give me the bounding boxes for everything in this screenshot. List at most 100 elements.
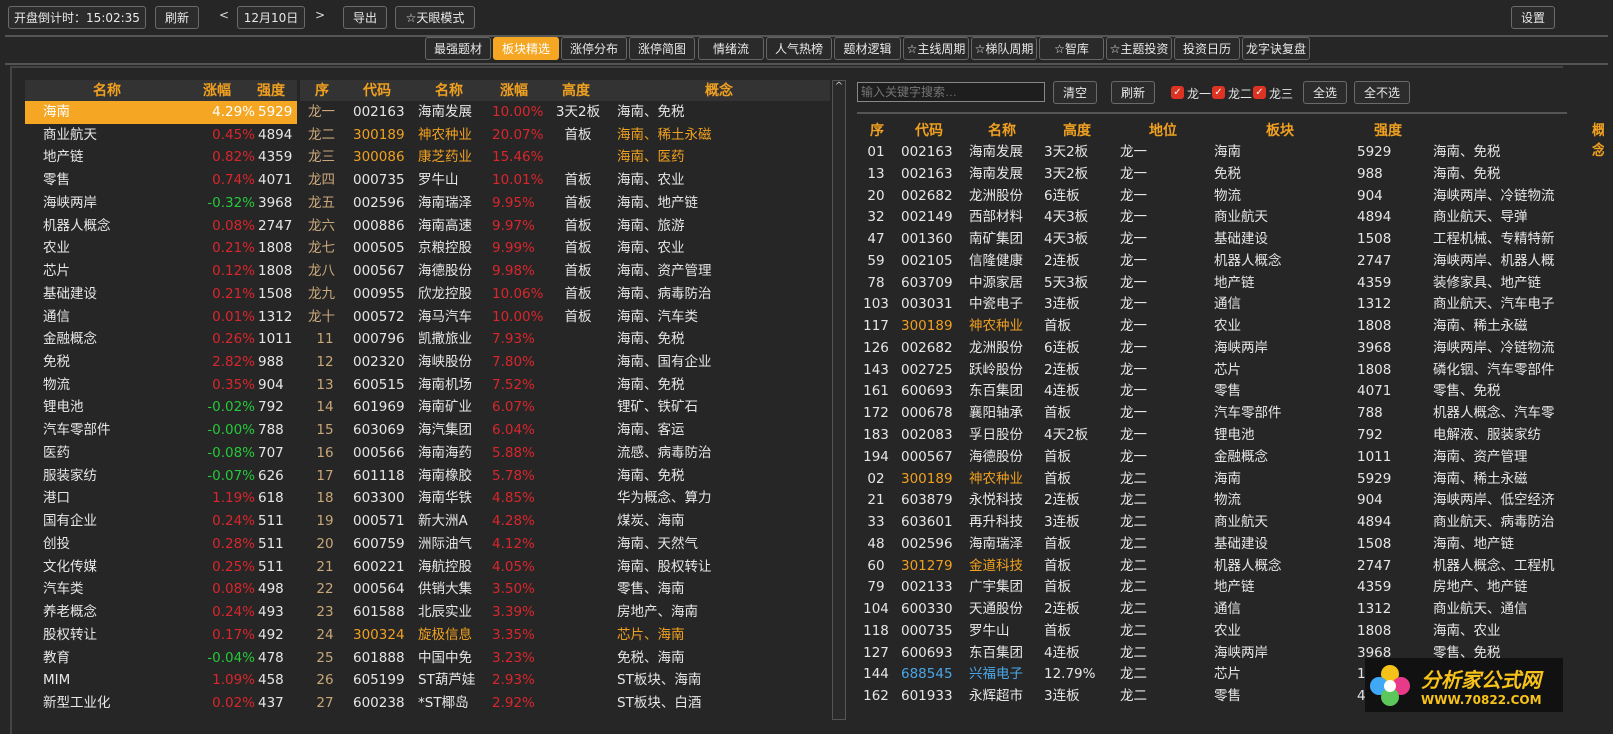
scrollbar[interactable]: ^: [832, 80, 846, 720]
col-header-index[interactable]: 序: [870, 120, 884, 140]
sector-row[interactable]: 海南 4.29% 5929: [25, 101, 297, 124]
leader-row[interactable]: 60 301279 金道科技 首板 龙二 机器人概念 2747 机器人概念、工程机: [857, 556, 1563, 578]
sector-row[interactable]: 股权转让 0.17% 492: [25, 624, 297, 647]
stock-row[interactable]: 24 300324 旋极信息 3.35% 芯片、海南: [300, 624, 830, 647]
sector-row[interactable]: 国有企业 0.24% 511: [25, 510, 297, 533]
stock-row[interactable]: 23 601588 北辰实业 3.39% 房地产、海南: [300, 601, 830, 624]
date-display[interactable]: 12月10日: [237, 6, 305, 29]
leader-row[interactable]: 183 002083 孚日股份 4天2板 龙一 锂电池 792 电解液、服装家纺: [857, 425, 1563, 447]
col-header-name[interactable]: 名称: [435, 80, 463, 100]
leader-row[interactable]: 33 603601 再升科技 3连板 龙二 商业航天 4894 商业航天、病毒防治: [857, 512, 1563, 534]
stock-row[interactable]: 龙七 000505 京粮控股 9.99% 首板 海南、农业: [300, 237, 830, 260]
sector-row[interactable]: 养老概念 0.24% 493: [25, 601, 297, 624]
leader-row[interactable]: 20 002682 龙洲股份 6连板 龙一 物流 904 海峡两岸、冷链物流: [857, 186, 1563, 208]
sector-row[interactable]: 通信 0.01% 1312: [25, 306, 297, 329]
leader-row[interactable]: 21 603879 永悦科技 2连板 龙二 物流 904 海峡两岸、低空经济: [857, 490, 1563, 512]
sector-row[interactable]: 机器人概念 0.08% 2747: [25, 215, 297, 238]
stock-row[interactable]: 龙一 002163 海南发展 10.00% 3天2板 海南、免税: [300, 101, 830, 124]
filter-long1-checkbox[interactable]: ✓: [1171, 86, 1184, 99]
filter-long2-checkbox[interactable]: ✓: [1212, 86, 1225, 99]
stock-row[interactable]: 26 605199 ST葫芦娃 2.93% ST板块、海南: [300, 669, 830, 692]
stock-row[interactable]: 龙八 000567 海德股份 9.98% 首板 海南、资产管理: [300, 260, 830, 283]
refresh-button[interactable]: 刷新: [155, 6, 199, 29]
sector-row[interactable]: 免税 2.82% 988: [25, 351, 297, 374]
sector-row[interactable]: 教育 -0.04% 478: [25, 647, 297, 670]
tianyan-mode-button[interactable]: ☆天眼模式: [395, 6, 475, 29]
stock-row[interactable]: 11 000796 凯撒旅业 7.93% 海南、免税: [300, 328, 830, 351]
col-header-height[interactable]: 高度: [562, 80, 590, 100]
leader-row[interactable]: 78 603709 中源家居 5天3板 龙一 地产链 4359 装修家具、地产链: [857, 273, 1563, 295]
tab-6[interactable]: 题材逻辑: [834, 37, 901, 60]
prev-date-button[interactable]: <: [219, 8, 229, 22]
stock-row[interactable]: 19 000571 新大洲A 4.28% 煤炭、海南: [300, 510, 830, 533]
leader-row[interactable]: 103 003031 中瓷电子 3连板 龙一 通信 1312 商业航天、汽车电子: [857, 294, 1563, 316]
stock-row[interactable]: 15 603069 海汽集团 6.04% 海南、客运: [300, 419, 830, 442]
leader-row[interactable]: 79 002133 广宇集团 首板 龙二 地产链 4359 房地产、地产链: [857, 577, 1563, 599]
sector-row[interactable]: 锂电池 -0.02% 792: [25, 396, 297, 419]
sector-row[interactable]: 海峡两岸 -0.32% 3968: [25, 192, 297, 215]
stock-row[interactable]: 13 600515 海南机场 7.52% 海南、免税: [300, 374, 830, 397]
sector-row[interactable]: 基础建设 0.21% 1508: [25, 283, 297, 306]
stock-row[interactable]: 龙九 000955 欣龙控股 10.06% 首板 海南、病毒防治: [300, 283, 830, 306]
stock-row[interactable]: 17 601118 海南橡胶 5.78% 海南、免税: [300, 465, 830, 488]
sector-row[interactable]: 零售 0.74% 4071: [25, 169, 297, 192]
leader-row[interactable]: 104 600330 天通股份 2连板 龙二 通信 1312 商业航天、通信: [857, 599, 1563, 621]
sector-row[interactable]: 文化传媒 0.25% 511: [25, 556, 297, 579]
tab-8[interactable]: ☆梯队周期: [971, 37, 1037, 60]
col-header-strength[interactable]: 强度: [1374, 120, 1402, 140]
tab-5[interactable]: 人气热榜: [766, 37, 832, 60]
sector-row[interactable]: 创投 0.28% 511: [25, 533, 297, 556]
settings-button[interactable]: 设置: [1511, 6, 1555, 29]
stock-row[interactable]: 27 600238 *ST椰岛 2.92% ST板块、白酒: [300, 692, 830, 715]
leader-row[interactable]: 48 002596 海南瑞泽 首板 龙二 基础建设 1508 海南、地产链: [857, 534, 1563, 556]
sector-row[interactable]: 金融概念 0.26% 1011: [25, 328, 297, 351]
col-header-code[interactable]: 代码: [363, 80, 391, 100]
leader-row[interactable]: 117 300189 神农种业 首板 龙一 农业 1808 海南、稀土永磁: [857, 316, 1563, 338]
stock-row[interactable]: 龙四 000735 罗牛山 10.01% 首板 海南、农业: [300, 169, 830, 192]
select-none-button[interactable]: 全不选: [1354, 81, 1410, 104]
stock-row[interactable]: 14 601969 海南矿业 6.07% 锂矿、铁矿石: [300, 396, 830, 419]
leader-row[interactable]: 59 002105 信隆健康 2连板 龙一 机器人概念 2747 海峡两岸、机器人概: [857, 251, 1563, 273]
leader-row[interactable]: 172 000678 襄阳轴承 首板 龙一 汽车零部件 788 机器人概念、汽车零: [857, 403, 1563, 425]
sector-row[interactable]: 服装家纺 -0.07% 626: [25, 465, 297, 488]
col-header-change[interactable]: 涨幅: [500, 80, 528, 100]
stock-row[interactable]: 25 601888 中国中免 3.23% 免税、海南: [300, 647, 830, 670]
stock-row[interactable]: 龙六 000886 海南高速 9.97% 首板 海南、旅游: [300, 215, 830, 238]
leader-row[interactable]: 118 000735 罗牛山 首板 龙二 农业 1808 海南、农业: [857, 621, 1563, 643]
leader-row[interactable]: 47 001360 南矿集团 4天3板 龙一 基础建设 1508 工程机械、专精特新: [857, 229, 1563, 251]
col-header-height[interactable]: 高度: [1063, 120, 1091, 140]
tab-9[interactable]: ☆智库: [1039, 37, 1104, 60]
col-header-sector[interactable]: 板块: [1266, 120, 1294, 140]
leader-row[interactable]: 13 002163 海南发展 3天2板 龙一 免税 988 海南、免税: [857, 164, 1563, 186]
col-header-code[interactable]: 代码: [915, 120, 943, 140]
tab-7[interactable]: ☆主线周期: [903, 37, 969, 60]
col-header-position[interactable]: 地位: [1149, 120, 1177, 140]
stock-row[interactable]: 20 600759 洲际油气 4.12% 海南、天然气: [300, 533, 830, 556]
sector-row[interactable]: 地产链 0.82% 4359: [25, 146, 297, 169]
tab-3[interactable]: 涨停简图: [629, 37, 695, 60]
stock-row[interactable]: 12 002320 海峡股份 7.80% 海南、国有企业: [300, 351, 830, 374]
tab-12[interactable]: 龙字诀复盘: [1242, 37, 1310, 60]
select-all-button[interactable]: 全选: [1303, 81, 1347, 104]
leader-row[interactable]: 01 002163 海南发展 3天2板 龙一 海南 5929 海南、免税: [857, 142, 1563, 164]
refresh-list-button[interactable]: 刷新: [1111, 81, 1155, 104]
sector-row[interactable]: 港口 1.19% 618: [25, 487, 297, 510]
sector-row[interactable]: MIM 1.09% 458: [25, 669, 297, 692]
tab-2[interactable]: 涨停分布: [561, 37, 627, 60]
sector-row[interactable]: 物流 0.35% 904: [25, 374, 297, 397]
stock-row[interactable]: 龙三 300086 康芝药业 15.46% 海南、医药: [300, 146, 830, 169]
clear-button[interactable]: 清空: [1053, 81, 1097, 104]
sector-row[interactable]: 医药 -0.08% 707: [25, 442, 297, 465]
col-header-strength[interactable]: 强度: [257, 80, 285, 100]
next-date-button[interactable]: >: [315, 8, 325, 22]
tab-10[interactable]: ☆主题投资: [1106, 37, 1172, 60]
sector-row[interactable]: 汽车类 0.08% 498: [25, 578, 297, 601]
leader-row[interactable]: 143 002725 跃岭股份 2连板 龙一 芯片 1808 磷化铟、汽车零部件: [857, 360, 1563, 382]
filter-long3-checkbox[interactable]: ✓: [1253, 86, 1266, 99]
stock-row[interactable]: 16 000566 海南海药 5.88% 流感、病毒防治: [300, 442, 830, 465]
leader-row[interactable]: 32 002149 西部材料 4天3板 龙一 商业航天 4894 商业航天、导弹: [857, 207, 1563, 229]
stock-row[interactable]: 22 000564 供销大集 3.50% 零售、海南: [300, 578, 830, 601]
leader-row[interactable]: 02 300189 神农种业 首板 龙二 海南 5929 海南、稀土永磁: [857, 469, 1563, 491]
sector-row[interactable]: 商业航天 0.45% 4894: [25, 124, 297, 147]
col-header-change[interactable]: 涨幅: [203, 80, 231, 100]
